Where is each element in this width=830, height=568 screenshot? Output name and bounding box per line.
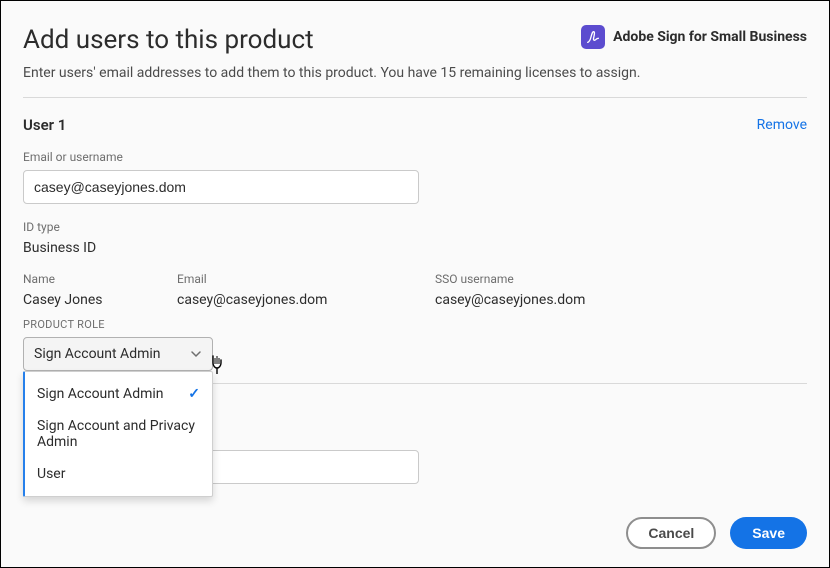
user-1-label: User 1 xyxy=(23,116,66,134)
check-icon: ✓ xyxy=(188,386,200,402)
product-role-select[interactable]: Sign Account Admin xyxy=(23,337,213,371)
email-col-label: Email xyxy=(177,272,435,286)
name-label: Name xyxy=(23,272,177,286)
email-username-label: Email or username xyxy=(23,150,807,164)
email-username-input[interactable] xyxy=(23,170,419,204)
modal-footer: Cancel Save xyxy=(23,517,807,549)
user-info-row: Name Casey Jones Email casey@caseyjones.… xyxy=(23,272,807,308)
sso-label: SSO username xyxy=(435,272,807,286)
save-button[interactable]: Save xyxy=(730,517,807,549)
product-badge: Adobe Sign for Small Business xyxy=(581,25,807,49)
product-role-label: PRODUCT ROLE xyxy=(23,318,807,331)
modal-title: Add users to this product xyxy=(23,25,314,55)
name-value: Casey Jones xyxy=(23,292,177,308)
product-name: Adobe Sign for Small Business xyxy=(613,29,807,45)
role-option-sign-account-privacy-admin[interactable]: Sign Account and Privacy Admin xyxy=(25,410,212,458)
product-role-dropdown: Sign Account Admin ✓ Sign Account and Pr… xyxy=(23,371,213,497)
email-col-value: casey@caseyjones.dom xyxy=(177,292,435,308)
role-option-user[interactable]: User xyxy=(25,458,212,490)
add-users-modal: Add users to this product Adobe Sign for… xyxy=(0,0,830,568)
sso-value: casey@caseyjones.dom xyxy=(435,292,807,308)
product-role-selected: Sign Account Admin xyxy=(34,346,161,362)
divider xyxy=(23,97,807,98)
id-type-label: ID type xyxy=(23,220,807,234)
cancel-button[interactable]: Cancel xyxy=(626,517,716,549)
modal-header: Add users to this product Adobe Sign for… xyxy=(23,25,807,55)
remove-user-link[interactable]: Remove xyxy=(757,117,807,133)
modal-subtitle: Enter users' email addresses to add them… xyxy=(23,65,807,81)
chevron-down-icon xyxy=(190,348,202,360)
role-option-sign-account-admin[interactable]: Sign Account Admin ✓ xyxy=(25,378,212,410)
adobe-sign-icon xyxy=(581,25,605,49)
user-1-header: User 1 Remove xyxy=(23,116,807,134)
id-type-value: Business ID xyxy=(23,240,807,256)
